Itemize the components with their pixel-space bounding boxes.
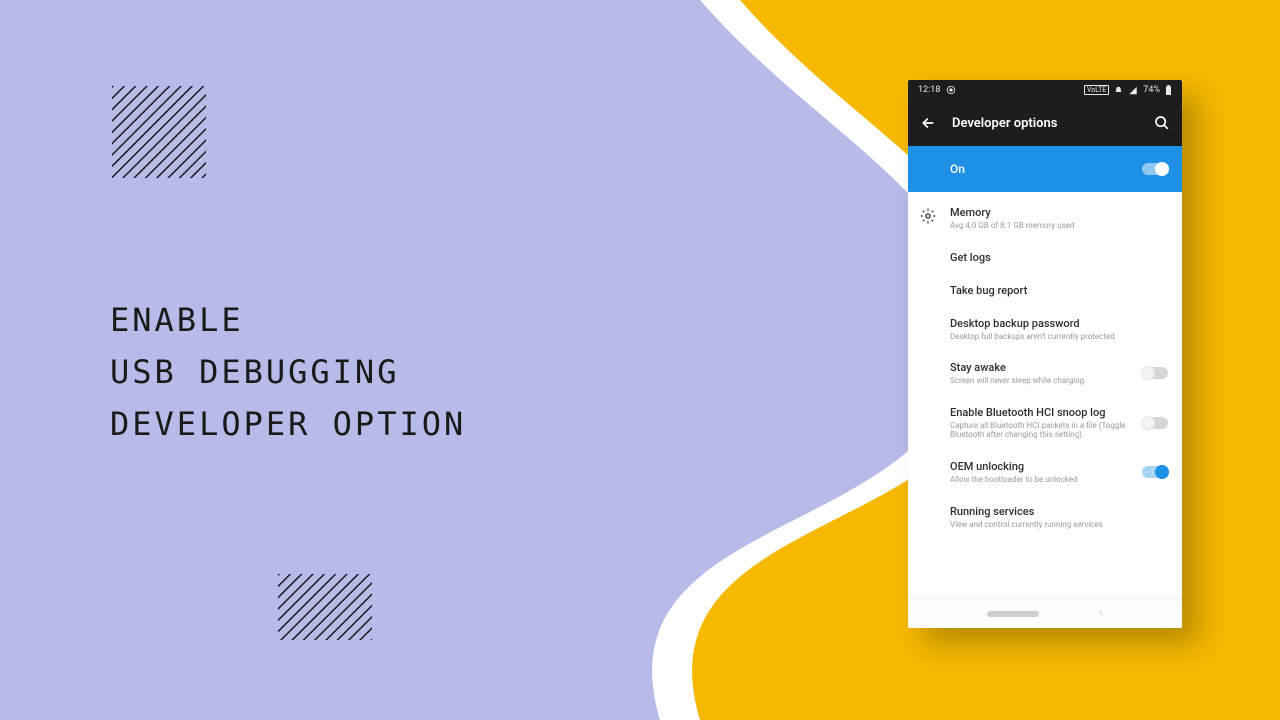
item-sub: View and control currently running servi… (950, 520, 1168, 530)
gear-icon (920, 208, 936, 224)
headline-line2: USB DEBUGGING (110, 347, 466, 399)
hatch-decoration-top (112, 86, 206, 178)
settings-list: Memory Avg 4.0 GB of 8.1 GB memory used … (908, 192, 1182, 598)
phone-mockup: 12:18 VoLTE 74% Developer options On Mem… (908, 80, 1182, 628)
item-running-services[interactable]: Running services View and control curren… (908, 495, 1182, 540)
status-bar: 12:18 VoLTE 74% (908, 80, 1182, 100)
status-time: 12:18 (918, 85, 940, 95)
item-title: Memory (950, 206, 1168, 219)
item-title: Enable Bluetooth HCI snoop log (950, 406, 1134, 419)
home-pill[interactable] (987, 611, 1039, 617)
search-icon[interactable] (1154, 115, 1170, 131)
item-title: Stay awake (950, 361, 1134, 374)
bt-hci-toggle[interactable] (1142, 417, 1168, 429)
oem-unlock-toggle[interactable] (1142, 466, 1168, 478)
status-icon (946, 85, 956, 95)
item-title: OEM unlocking (950, 460, 1134, 473)
item-sub: Screen will never sleep while charging (950, 376, 1134, 386)
signal-icon (1128, 86, 1138, 95)
item-title: Desktop backup password (950, 317, 1168, 330)
item-sub: Desktop full backups aren't currently pr… (950, 332, 1168, 342)
item-title: Running services (950, 505, 1168, 518)
back-chevron-icon[interactable]: ‹ (1099, 608, 1102, 619)
stay-awake-toggle[interactable] (1142, 367, 1168, 379)
item-bt-hci[interactable]: Enable Bluetooth HCI snoop log Capture a… (908, 396, 1182, 450)
status-volte: VoLTE (1084, 85, 1109, 95)
item-sub: Avg 4.0 GB of 8.1 GB memory used (950, 221, 1168, 231)
back-arrow-icon[interactable] (920, 115, 936, 131)
hatch-decoration-bottom (278, 574, 372, 640)
item-get-logs[interactable]: Get logs (908, 241, 1182, 274)
master-toggle-bar[interactable]: On (908, 146, 1182, 192)
item-sub: Allow the bootloader to be unlocked (950, 475, 1134, 485)
nav-bar: ‹ (908, 598, 1182, 628)
master-toggle-label: On (950, 162, 965, 176)
headline: ENABLE USB DEBUGGING DEVELOPER OPTION (110, 295, 466, 450)
battery-icon (1165, 85, 1172, 95)
item-title: Take bug report (950, 284, 1168, 297)
app-bar-title: Developer options (952, 116, 1138, 131)
item-sub: Capture all Bluetooth HCI packets in a f… (950, 421, 1134, 440)
headline-line1: ENABLE (110, 295, 466, 347)
item-stay-awake[interactable]: Stay awake Screen will never sleep while… (908, 351, 1182, 396)
master-toggle[interactable] (1142, 163, 1168, 175)
battery-pct: 74% (1143, 85, 1160, 95)
item-oem-unlock[interactable]: OEM unlocking Allow the bootloader to be… (908, 450, 1182, 495)
app-bar: Developer options (908, 100, 1182, 146)
item-desktop-backup[interactable]: Desktop backup password Desktop full bac… (908, 307, 1182, 352)
headline-line3: DEVELOPER OPTION (110, 399, 466, 451)
item-memory[interactable]: Memory Avg 4.0 GB of 8.1 GB memory used (908, 196, 1182, 241)
item-title: Get logs (950, 251, 1168, 264)
item-bug-report[interactable]: Take bug report (908, 274, 1182, 307)
bell-icon (1114, 86, 1123, 95)
